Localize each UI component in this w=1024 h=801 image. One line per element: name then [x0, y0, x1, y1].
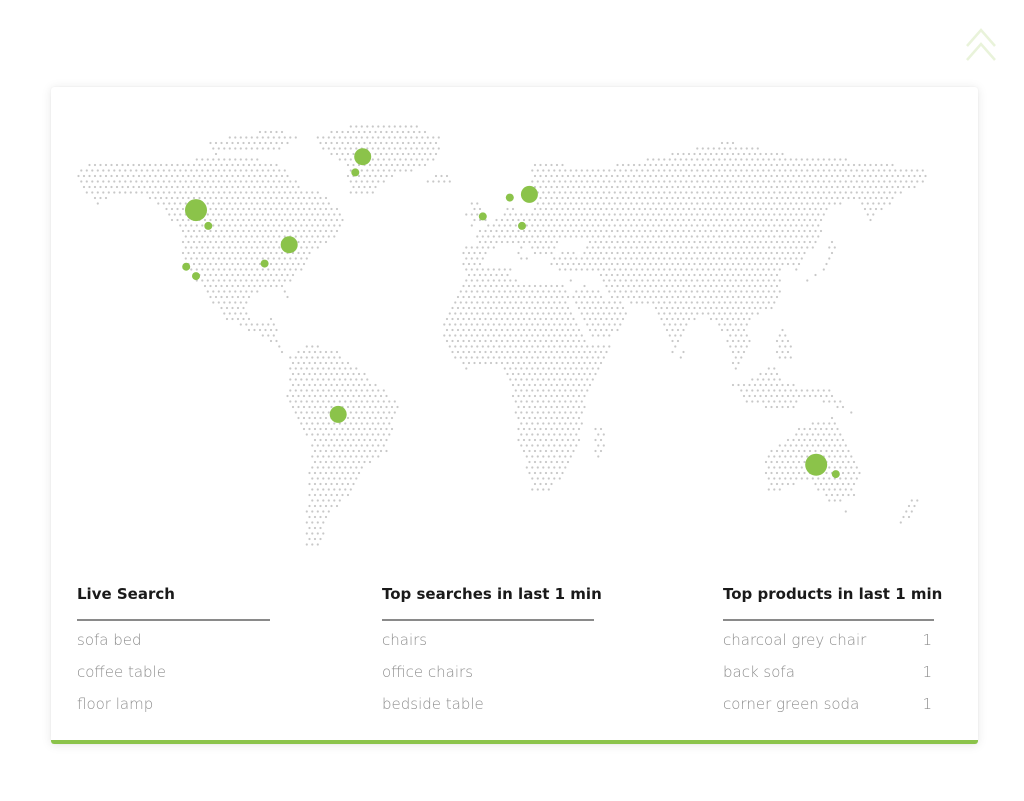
top-products-title: Top products in last 1 min	[723, 585, 943, 603]
divider	[77, 619, 270, 621]
product-name: back sofa	[723, 663, 795, 681]
live-search-title: Live Search	[77, 585, 175, 603]
map-marker[interactable]	[831, 470, 840, 479]
product-count: 1	[922, 695, 932, 713]
map-marker[interactable]	[185, 199, 207, 222]
product-name: corner green soda	[723, 695, 860, 713]
map-marker[interactable]	[505, 193, 514, 202]
top-searches-title: Top searches in last 1 min	[382, 585, 602, 603]
map-marker[interactable]	[478, 212, 487, 221]
product-count: 1	[922, 663, 932, 681]
scroll-to-top-button[interactable]	[963, 24, 999, 68]
top-search-item[interactable]: office chairs	[382, 656, 594, 688]
top-searches-panel: Top searches in last 1 min chairs office…	[382, 584, 602, 720]
divider	[382, 619, 594, 621]
map-marker[interactable]	[204, 221, 213, 230]
live-search-item[interactable]: sofa bed	[77, 624, 270, 656]
map-marker[interactable]	[805, 453, 828, 476]
live-search-item[interactable]: coffee table	[77, 656, 270, 688]
top-product-item[interactable]: back sofa 1	[723, 656, 934, 688]
map-marker[interactable]	[518, 221, 526, 230]
top-products-panel: Top products in last 1 min charcoal grey…	[723, 584, 943, 720]
map-marker[interactable]	[329, 405, 347, 423]
live-search-item[interactable]: floor lamp	[77, 688, 270, 720]
map-marker[interactable]	[260, 259, 269, 268]
double-chevron-up-icon	[966, 28, 996, 61]
map-marker[interactable]	[351, 168, 360, 177]
map-marker[interactable]	[280, 236, 298, 254]
product-count: 1	[922, 631, 932, 649]
top-searches-list: chairs office chairs bedside table	[382, 624, 594, 720]
world-map	[77, 125, 927, 546]
top-product-item[interactable]: charcoal grey chair 1	[723, 624, 934, 656]
card-accent-bar	[51, 740, 978, 744]
live-search-list: sofa bed coffee table floor lamp	[77, 624, 270, 720]
product-name: charcoal grey chair	[723, 631, 867, 649]
top-product-item[interactable]: corner green soda 1	[723, 688, 934, 720]
top-search-item[interactable]: chairs	[382, 624, 594, 656]
world-map-dots	[77, 125, 927, 546]
live-search-panel: Live Search sofa bed coffee table floor …	[77, 584, 270, 720]
map-marker[interactable]	[192, 272, 200, 281]
map-marker[interactable]	[354, 148, 372, 166]
map-marker[interactable]	[520, 185, 538, 203]
top-products-list: charcoal grey chair 1 back sofa 1 corner…	[723, 624, 934, 720]
divider	[723, 619, 934, 621]
map-marker[interactable]	[182, 262, 191, 271]
top-search-item[interactable]: bedside table	[382, 688, 594, 720]
live-search-card: Live Search sofa bed coffee table floor …	[51, 87, 978, 744]
